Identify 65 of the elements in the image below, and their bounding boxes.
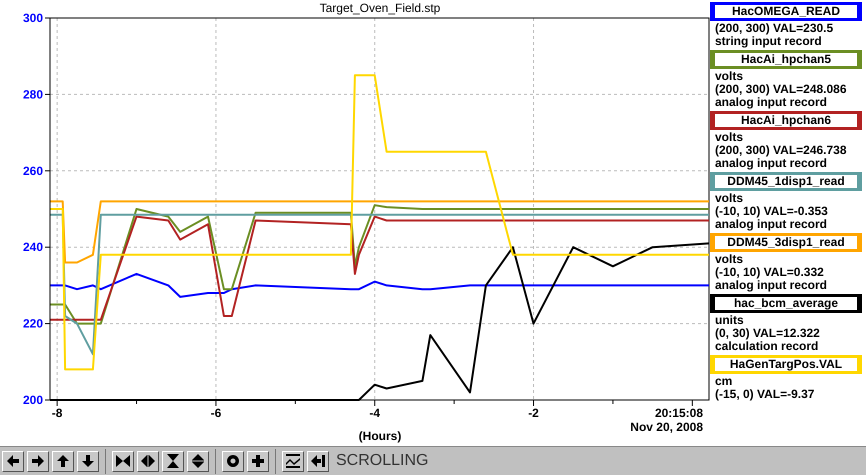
ring-icon (225, 453, 241, 469)
zoom-in-horizontal-icon (115, 453, 131, 469)
x-tick-label: -8 (52, 406, 62, 420)
graph-icon (285, 453, 301, 469)
legend-text: (200, 300) VAL=248.086 (714, 83, 848, 96)
down-arrow-button[interactable] (77, 450, 99, 472)
right-arrow-icon (30, 453, 46, 469)
left-arrow-button[interactable] (2, 450, 24, 472)
legend-text: (-15, 0) VAL=-9.37 (714, 388, 816, 401)
legend-text: units (714, 314, 745, 327)
legend-text: analog input record (714, 157, 828, 170)
legend-text: (200, 300) VAL=230.5 (714, 22, 834, 35)
zoom-out-horizontal-button[interactable] (137, 450, 159, 472)
legend-text: analog input record (714, 218, 828, 231)
y-tick-label: 240 (22, 240, 43, 254)
legend-label[interactable]: DDM45_1disp1_read (710, 172, 862, 191)
zoom-in-horizontal-button[interactable] (112, 450, 134, 472)
zoom-out-vertical-button[interactable] (187, 450, 209, 472)
up-arrow-icon (55, 453, 71, 469)
y-tick-label: 300 (22, 11, 43, 25)
legend-text: (200, 300) VAL=246.738 (714, 144, 848, 157)
ring-button[interactable] (222, 450, 244, 472)
plus-icon (250, 453, 266, 469)
zoom-in-vertical-button[interactable] (162, 450, 184, 472)
legend-text: string input record (714, 35, 823, 48)
down-arrow-icon (80, 453, 96, 469)
legend-label[interactable]: HacAi_hpchan6 (710, 111, 862, 130)
x-tick-label: -4 (369, 406, 380, 420)
legend-text: volts (714, 253, 744, 266)
x-tick-label: -6 (210, 406, 222, 420)
legend-label[interactable]: HacAi_hpchan5 (710, 50, 862, 69)
x-axis-label: (Hours) (358, 429, 402, 443)
legend-text: volts (714, 131, 744, 144)
legend-text: volts (714, 192, 744, 205)
legend-text: (0, 30) VAL=12.322 (714, 327, 821, 340)
timestamp-text: 20:15:08 (654, 406, 703, 420)
legend-text: volts (714, 70, 744, 83)
legend-text: analog input record (714, 279, 828, 292)
status-text: SCROLLING (336, 451, 428, 471)
left-arrow-icon (5, 453, 21, 469)
y-tick-label: 280 (22, 87, 43, 102)
zoom-in-vertical-icon (165, 453, 181, 469)
legend-text: (-10, 10) VAL=0.332 (714, 266, 825, 279)
legend-text: analog input record (714, 96, 828, 109)
legend-label[interactable]: HacOMEGA_READ (710, 2, 862, 21)
graph-button[interactable] (282, 450, 304, 472)
arrow-to-bar-button[interactable] (307, 450, 329, 472)
timestamp-text: Nov 20, 2008 (630, 420, 703, 434)
zoom-out-horizontal-icon (140, 453, 156, 469)
legend-label[interactable]: HaGenTargPos.VAL (710, 355, 862, 374)
legend-label[interactable]: hac_bcm_average (710, 294, 862, 313)
y-tick-label: 200 (22, 393, 43, 407)
chart-title: Target_Oven_Field.stp (320, 1, 440, 15)
zoom-out-vertical-icon (190, 453, 206, 469)
legend-label[interactable]: DDM45_3disp1_read (710, 233, 862, 252)
legend-text: calculation record (714, 340, 820, 353)
arrow-to-bar-icon (310, 453, 326, 469)
right-arrow-button[interactable] (27, 450, 49, 472)
x-tick-label: -2 (528, 406, 539, 420)
y-tick-label: 220 (22, 316, 43, 331)
plus-button[interactable] (247, 450, 269, 472)
y-tick-label: 260 (22, 164, 43, 178)
legend-text: (-10, 10) VAL=-0.353 (714, 205, 829, 218)
up-arrow-button[interactable] (52, 450, 74, 472)
legend-text: cm (714, 375, 734, 388)
